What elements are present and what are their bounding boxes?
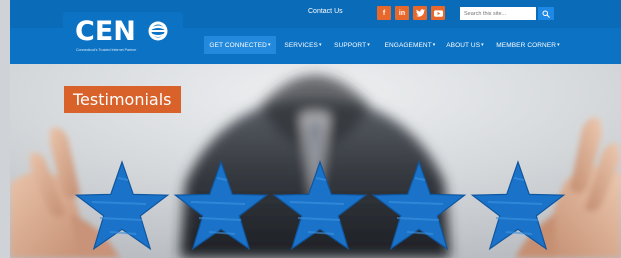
chevron-down-icon: ▾ <box>367 42 370 48</box>
youtube-icon[interactable] <box>431 6 445 20</box>
logo-wordmark: CEN <box>75 16 136 47</box>
chevron-down-icon: ▾ <box>318 42 322 48</box>
chevron-down-icon: ▾ <box>557 42 560 48</box>
search-icon <box>542 10 550 18</box>
nav-engagement[interactable]: ENGAGEMENT ▾ <box>380 36 440 54</box>
youtube-play-glyph <box>433 9 443 17</box>
facebook-icon[interactable]: f <box>377 6 391 20</box>
chevron-down-icon: ▾ <box>267 42 271 48</box>
nav-about-us[interactable]: ABOUT US ▾ <box>444 36 486 54</box>
logo-tagline: Connecticut's Trusted Internet Partner <box>76 48 137 52</box>
search-input[interactable] <box>460 7 536 20</box>
nav-services-label: SERVICES <box>284 41 318 49</box>
search-button[interactable] <box>538 7 554 20</box>
twitter-bird-glyph <box>415 9 425 17</box>
nav-about-us-label: ABOUT US <box>446 41 481 49</box>
nav-support[interactable]: SUPPORT ▾ <box>332 36 372 54</box>
nav-member-corner[interactable]: MEMBER CORNER ▾ <box>494 36 562 54</box>
testimonials-heading: Testimonials <box>64 86 181 113</box>
nav-engagement-label: ENGAGEMENT <box>384 41 432 49</box>
nav-get-connected-label: GET CONNECTED <box>209 41 267 49</box>
chevron-down-icon: ▾ <box>432 42 436 48</box>
linkedin-icon[interactable]: in <box>395 6 409 20</box>
nav-member-corner-label: MEMBER CORNER <box>496 41 557 49</box>
nav-get-connected[interactable]: GET CONNECTED ▾ <box>204 36 276 54</box>
globe-logo-icon <box>148 21 168 41</box>
twitter-icon[interactable] <box>413 6 427 20</box>
chevron-down-icon: ▾ <box>481 42 484 48</box>
contact-us-link[interactable]: Contact Us <box>308 8 343 15</box>
nav-services[interactable]: SERVICES ▾ <box>282 36 324 54</box>
nav-support-label: SUPPORT <box>334 41 367 49</box>
